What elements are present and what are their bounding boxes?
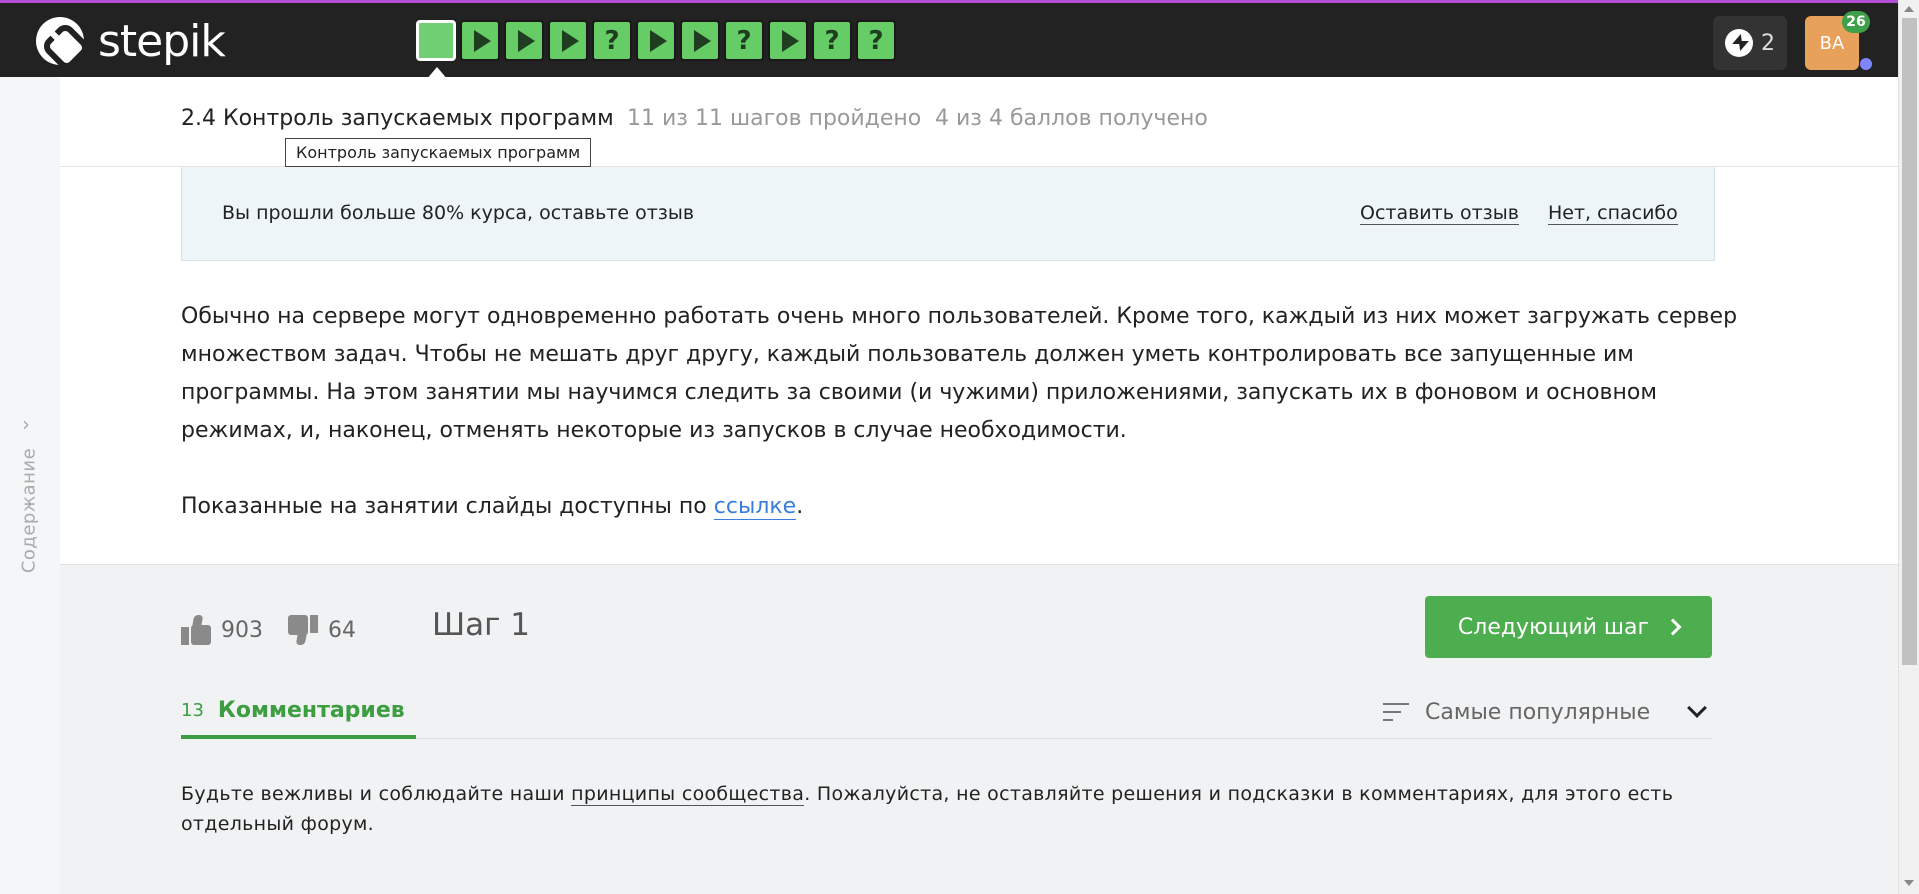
lightning-icon [1725, 29, 1753, 57]
step-2-video[interactable] [460, 20, 500, 61]
logo-text: stepik [98, 15, 226, 67]
left-sidebar: › Содержание [0, 77, 60, 894]
play-icon [517, 29, 535, 52]
online-status-dot [1860, 58, 1872, 70]
slides-link[interactable]: ссылке [713, 494, 797, 520]
play-icon [781, 29, 799, 52]
energy-count: 2 [1761, 30, 1775, 56]
chevron-right-icon: › [22, 412, 30, 436]
step-8-quiz[interactable]: ? [724, 20, 764, 61]
community-principles-link[interactable]: принципы сообщества [571, 783, 805, 806]
energy-counter[interactable]: 2 [1713, 16, 1787, 70]
page-scrollbar[interactable] [1898, 0, 1919, 894]
tab-comments[interactable]: 13 Комментариев [181, 685, 416, 739]
leave-review-link[interactable]: Оставить отзыв [1360, 202, 1519, 225]
sort-dropdown[interactable]: Самые популярные [1383, 685, 1708, 739]
sort-label: Самые популярные [1425, 699, 1651, 725]
step-6-video[interactable] [636, 20, 676, 61]
play-icon [693, 29, 711, 52]
question-icon: ? [868, 25, 884, 56]
review-text: Вы прошли больше 80% курса, оставьте отз… [222, 202, 695, 224]
step-5-quiz[interactable]: ? [592, 20, 632, 61]
play-icon [473, 29, 491, 52]
rules-text: Будьте вежливы и соблюдайте наши [181, 783, 572, 805]
play-icon [649, 29, 667, 52]
comments-count: 13 [181, 699, 204, 721]
sort-icon [1383, 703, 1409, 721]
slides-text: Показанные на занятии слайды доступны по [181, 494, 714, 519]
dislike-button[interactable]: 64 [288, 615, 356, 645]
stepik-logo-icon [36, 17, 84, 65]
scroll-down-arrow-icon[interactable] [1904, 880, 1914, 886]
dismiss-review-link[interactable]: Нет, спасибо [1548, 202, 1678, 225]
like-button[interactable]: 903 [181, 615, 263, 645]
step-9-video[interactable] [768, 20, 808, 61]
step-number: Шаг 1 [432, 607, 531, 643]
step-4-video[interactable] [548, 20, 588, 61]
comments-tabs: 13 Комментариев Самые популярные [181, 685, 1712, 739]
toc-label: Содержание [18, 447, 40, 574]
notification-badge[interactable]: 26 [1842, 11, 1870, 33]
lesson-title[interactable]: 2.4 Контроль запускаемых программ [181, 106, 614, 131]
step-10-quiz[interactable]: ? [812, 20, 852, 61]
comments-label: Комментариев [217, 697, 405, 723]
chevron-right-icon [1664, 618, 1682, 636]
community-rules-notice: Будьте вежливы и соблюдайте наши принцип… [181, 779, 1712, 839]
toc-toggle[interactable]: › Содержание [16, 412, 44, 573]
step-7-video[interactable] [680, 20, 720, 61]
lesson-progress: 11 из 11 шагов пройдено [627, 106, 922, 131]
chevron-down-icon [1687, 698, 1708, 718]
slides-suffix: . [796, 494, 804, 519]
content-paragraph-slides: Показанные на занятии слайды доступны по… [181, 488, 1741, 526]
like-count: 903 [221, 617, 263, 643]
step-footer: 903 64 Шаг 1 Следующий шаг 13 Комментари… [60, 564, 1898, 894]
question-icon: ? [604, 25, 620, 56]
next-step-label: Следующий шаг [1457, 614, 1650, 640]
step-navigation: ???? [416, 20, 896, 61]
scroll-up-arrow-icon[interactable] [1904, 6, 1914, 12]
scrollbar-thumb[interactable] [1902, 18, 1917, 665]
step-3-video[interactable] [504, 20, 544, 61]
content-paragraph: Обычно на сервере могут одновременно раб… [181, 304, 1738, 443]
thumbs-down-icon [288, 615, 318, 645]
stepik-logo[interactable]: stepik [36, 15, 226, 67]
step-1-text[interactable] [416, 20, 456, 61]
lesson-title-tooltip: Контроль запускаемых программ [285, 138, 592, 167]
step-11-quiz[interactable]: ? [856, 20, 896, 61]
thumbs-up-icon [181, 615, 211, 645]
review-banner: Вы прошли больше 80% курса, оставьте отз… [181, 167, 1715, 261]
question-icon: ? [736, 25, 752, 56]
top-navbar: stepik ???? 2 BA 26 [0, 0, 1898, 80]
lesson-score: 4 из 4 баллов получено [935, 106, 1208, 131]
dislike-count: 64 [328, 617, 356, 643]
next-step-button[interactable]: Следующий шаг [1425, 596, 1712, 658]
step-content: Обычно на сервере могут одновременно раб… [181, 298, 1741, 564]
question-icon: ? [824, 25, 840, 56]
play-icon [561, 29, 579, 52]
